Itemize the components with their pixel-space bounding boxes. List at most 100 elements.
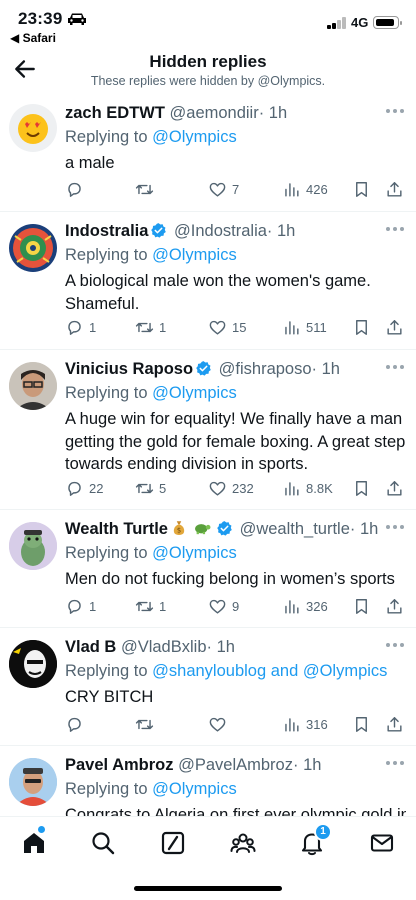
reply-target-link[interactable]: @Olympics (152, 544, 237, 562)
views-button[interactable]: 326 (282, 595, 328, 617)
tweet-header: Pavel Ambroz @PavelAmbroz· 1h (65, 754, 406, 776)
tweet-header: Vinicius Raposo @fishraposo· 1h (65, 358, 406, 380)
author-handle[interactable]: @Indostralia (174, 222, 267, 240)
avatar[interactable] (9, 224, 57, 272)
avatar[interactable] (9, 758, 57, 806)
bookmark-button[interactable] (352, 316, 371, 338)
avatar[interactable] (9, 640, 57, 688)
verified-badge-icon (217, 521, 232, 536)
retweet-icon (135, 601, 154, 611)
grok-icon (161, 831, 185, 855)
tweet[interactable]: Pavel Ambroz @PavelAmbroz· 1h Replying t… (0, 746, 416, 816)
author-handle[interactable]: @wealth_turtle (240, 520, 350, 538)
share-button[interactable] (385, 316, 404, 338)
views-button[interactable]: 511 (282, 316, 327, 338)
reply-button[interactable]: 1 (65, 595, 96, 617)
like-icon (209, 599, 226, 614)
share-button[interactable] (385, 477, 404, 499)
bookmark-button[interactable] (352, 595, 371, 617)
reply-button[interactable]: 22 (65, 477, 103, 499)
share-icon (387, 319, 402, 335)
reply-icon (68, 320, 81, 335)
reply-icon (68, 481, 81, 496)
tweet[interactable]: Vinicius Raposo @fishraposo· 1h Replying… (0, 350, 416, 510)
views-button[interactable]: 426 (282, 178, 328, 200)
avatar[interactable] (9, 104, 57, 152)
tweet[interactable]: Wealth Turtle $ @wealth_turtle· 1h Replyi… (0, 510, 416, 628)
like-button[interactable] (208, 713, 232, 735)
reply-target-link[interactable]: @Olympics (152, 128, 237, 146)
share-button[interactable] (385, 713, 404, 735)
author-handle[interactable]: @PavelAmbroz (178, 756, 293, 774)
reply-target-link[interactable]: @Olympics (152, 246, 237, 264)
views-button[interactable]: 8.8K (282, 477, 333, 499)
like-button[interactable]: 232 (208, 477, 254, 499)
tab-messages[interactable] (368, 829, 396, 857)
views-icon (285, 182, 299, 197)
more-icon[interactable] (386, 761, 406, 767)
retweet-icon (135, 483, 154, 493)
avatar[interactable] (9, 522, 57, 570)
more-icon[interactable] (386, 365, 406, 371)
author-handle[interactable]: @fishraposo (219, 360, 312, 378)
more-icon[interactable] (386, 227, 406, 233)
share-button[interactable] (385, 595, 404, 617)
tab-communities[interactable] (229, 829, 257, 857)
tweet-text: Men do not fucking belong in women’s spo… (65, 570, 395, 588)
tweet[interactable]: Indostralia @Indostralia· 1h Replying to… (0, 212, 416, 350)
money-bag-icon: $ (173, 521, 185, 535)
avatar[interactable] (9, 362, 57, 410)
bookmark-icon (356, 181, 367, 197)
retweet-button[interactable]: 1 (135, 316, 166, 338)
tweet-text: A huge win for equality! We finally have… (65, 410, 406, 473)
author-name[interactable]: Wealth Turtle (65, 520, 168, 538)
reply-button[interactable]: 1 (65, 316, 96, 338)
tweet-header: Wealth Turtle $ @wealth_turtle· 1h (65, 518, 406, 540)
tab-notifications[interactable]: 1 (298, 823, 332, 857)
author-name[interactable]: zach EDTWT (65, 104, 165, 122)
bookmark-button[interactable] (352, 178, 371, 200)
retweet-icon (135, 322, 154, 332)
more-icon[interactable] (386, 525, 406, 531)
reply-target-link[interactable]: @Olympics (152, 780, 237, 798)
author-name[interactable]: Indostralia (65, 222, 148, 240)
status-time: 23:39 (18, 9, 63, 28)
like-button[interactable]: 9 (208, 595, 239, 617)
tab-home[interactable] (20, 826, 48, 857)
retweet-button[interactable]: 1 (135, 595, 166, 617)
tweet[interactable]: zach EDTWT @aemondiir· 1h Replying to @O… (0, 96, 416, 212)
author-handle[interactable]: @aemondiir (170, 104, 259, 122)
tab-grok[interactable] (159, 829, 187, 857)
bookmark-button[interactable] (352, 713, 371, 735)
reply-target-link[interactable]: @Olympics (152, 384, 237, 402)
like-button[interactable]: 7 (208, 178, 239, 200)
share-icon (387, 598, 402, 614)
home-indicator (134, 886, 282, 891)
back-to-safari[interactable]: ◀ Safari (10, 31, 56, 45)
author-handle[interactable]: @VladBxlib (121, 638, 207, 656)
share-button[interactable] (385, 178, 404, 200)
tweet[interactable]: Vlad B @VladBxlib· 1h Replying to @shany… (0, 628, 416, 746)
reply-button[interactable] (65, 178, 89, 200)
views-icon (285, 481, 299, 496)
page-subtitle: These replies were hidden by @Olympics. (90, 74, 326, 88)
author-name[interactable]: Vinicius Raposo (65, 360, 193, 378)
views-button[interactable]: 316 (282, 713, 328, 735)
author-name[interactable]: Pavel Ambroz (65, 756, 174, 774)
tab-search[interactable] (89, 829, 117, 857)
like-button[interactable]: 15 (208, 316, 246, 338)
author-name[interactable]: Vlad B (65, 638, 116, 656)
replying-to: Replying to @Olympics (65, 246, 237, 264)
bookmark-button[interactable] (352, 477, 371, 499)
retweet-button[interactable] (135, 713, 159, 735)
retweet-button[interactable] (135, 178, 159, 200)
reply-button[interactable] (65, 713, 89, 735)
more-icon[interactable] (386, 109, 406, 115)
tweet-header: Vlad B @VladBxlib· 1h (65, 636, 406, 658)
replying-to: Replying to @Olympics (65, 544, 237, 562)
tweet-actions: 7 426 (65, 178, 404, 200)
retweet-button[interactable]: 5 (135, 477, 166, 499)
more-icon[interactable] (386, 643, 406, 649)
like-icon (209, 717, 226, 732)
reply-target-link[interactable]: @shanyloublog and @Olympics (152, 662, 387, 680)
